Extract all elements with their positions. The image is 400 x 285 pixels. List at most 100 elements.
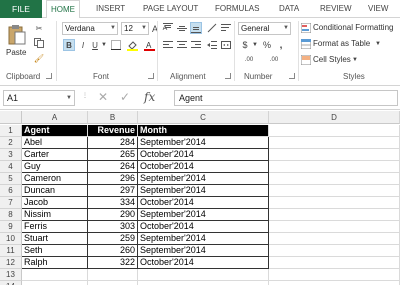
cancel-icon[interactable]: ✕: [98, 90, 108, 104]
align-center-icon[interactable]: [176, 39, 188, 51]
cell-c12[interactable]: October'2014: [138, 257, 269, 269]
cell-styles-icon[interactable]: [301, 55, 311, 65]
grow-font-icon[interactable]: A: [150, 22, 160, 35]
cell-b9[interactable]: 303: [88, 221, 138, 233]
format-as-table-icon[interactable]: [301, 39, 311, 49]
italic-button[interactable]: I: [78, 39, 88, 51]
cell-b14[interactable]: [88, 281, 138, 285]
cell-b12[interactable]: 322: [88, 257, 138, 269]
name-box[interactable]: A1 ▼: [3, 90, 75, 106]
tab-data[interactable]: DATA: [279, 0, 299, 18]
decrease-decimal-icon[interactable]: .00: [263, 54, 285, 66]
cell-a1[interactable]: Agent: [22, 125, 88, 137]
column-header-a[interactable]: A: [22, 111, 88, 124]
tab-page-layout[interactable]: PAGE LAYOUT: [143, 0, 198, 18]
align-top-icon[interactable]: [162, 22, 174, 34]
conditional-formatting-icon[interactable]: [301, 23, 311, 33]
chevron-down-icon[interactable]: ▼: [375, 39, 381, 49]
row-header-2[interactable]: 2: [0, 137, 22, 149]
cell-a8[interactable]: Nissim: [22, 209, 88, 221]
cell-c2[interactable]: September'2014: [138, 137, 269, 149]
cell-b6[interactable]: 297: [88, 185, 138, 197]
font-name-select[interactable]: Verdana ▼: [62, 22, 118, 35]
row-header-13[interactable]: 13: [0, 269, 22, 281]
cell-c9[interactable]: October'2014: [138, 221, 269, 233]
cell-c1[interactable]: Month: [138, 125, 269, 137]
clipboard-launcher-icon[interactable]: [46, 73, 52, 79]
cell-c11[interactable]: September'2014: [138, 245, 269, 257]
row-header-11[interactable]: 11: [0, 245, 22, 257]
row-header-8[interactable]: 8: [0, 209, 22, 221]
alignment-launcher-icon[interactable]: [225, 73, 231, 79]
align-right-icon[interactable]: [190, 39, 202, 51]
cell-a12[interactable]: Ralph: [22, 257, 88, 269]
cell-d4[interactable]: [269, 161, 400, 173]
enter-icon[interactable]: ✓: [120, 90, 130, 104]
row-header-14[interactable]: 14: [0, 281, 22, 285]
cell-a9[interactable]: Ferris: [22, 221, 88, 233]
row-header-12[interactable]: 12: [0, 257, 22, 269]
cell-c3[interactable]: October'2014: [138, 149, 269, 161]
cell-a13[interactable]: [22, 269, 88, 281]
cell-styles-button[interactable]: Cell Styles: [313, 55, 351, 64]
font-color-icon[interactable]: A: [143, 39, 155, 51]
tab-view[interactable]: VIEW: [368, 0, 388, 18]
wrap-text-icon[interactable]: [220, 22, 232, 34]
cell-d1[interactable]: [269, 125, 400, 137]
column-header-c[interactable]: C: [138, 111, 269, 124]
cell-b13[interactable]: [88, 269, 138, 281]
cell-c6[interactable]: September'2014: [138, 185, 269, 197]
cell-d7[interactable]: [269, 197, 400, 209]
copy-icon[interactable]: [33, 37, 45, 49]
cell-b8[interactable]: 290: [88, 209, 138, 221]
merge-center-icon[interactable]: [220, 39, 232, 51]
font-size-select[interactable]: 12 ▼: [121, 22, 149, 35]
bold-button[interactable]: B: [63, 39, 75, 51]
align-middle-icon[interactable]: [176, 22, 188, 34]
number-format-select[interactable]: General ▼: [238, 22, 291, 35]
row-header-4[interactable]: 4: [0, 161, 22, 173]
chevron-down-icon[interactable]: ▼: [101, 39, 107, 51]
cell-d6[interactable]: [269, 185, 400, 197]
tab-home[interactable]: HOME: [46, 0, 80, 19]
cell-a4[interactable]: Guy: [22, 161, 88, 173]
cell-c14[interactable]: [138, 281, 269, 285]
cell-d3[interactable]: [269, 149, 400, 161]
cell-d5[interactable]: [269, 173, 400, 185]
cell-d10[interactable]: [269, 233, 400, 245]
percent-icon[interactable]: %: [262, 39, 272, 51]
increase-decimal-icon[interactable]: .00: [238, 54, 260, 66]
currency-icon[interactable]: $: [240, 39, 250, 51]
paste-icon[interactable]: [6, 23, 28, 47]
borders-icon[interactable]: [110, 39, 122, 51]
conditional-formatting-button[interactable]: Conditional Formatting: [313, 23, 393, 32]
number-launcher-icon[interactable]: [289, 73, 295, 79]
tab-review[interactable]: REVIEW: [320, 0, 352, 18]
chevron-down-icon[interactable]: ▼: [252, 39, 258, 51]
row-header-5[interactable]: 5: [0, 173, 22, 185]
cell-d12[interactable]: [269, 257, 400, 269]
cell-a5[interactable]: Cameron: [22, 173, 88, 185]
cell-d14[interactable]: [269, 281, 400, 285]
cell-d2[interactable]: [269, 137, 400, 149]
cell-d9[interactable]: [269, 221, 400, 233]
cell-d13[interactable]: [269, 269, 400, 281]
align-bottom-icon[interactable]: [190, 22, 202, 34]
insert-function-icon[interactable]: fx: [144, 90, 155, 104]
cell-c13[interactable]: [138, 269, 269, 281]
chevron-down-icon[interactable]: ▼: [352, 55, 358, 65]
tab-formulas[interactable]: FORMULAS: [215, 0, 259, 18]
row-header-10[interactable]: 10: [0, 233, 22, 245]
cell-a2[interactable]: Abel: [22, 137, 88, 149]
row-header-1[interactable]: 1: [0, 125, 22, 137]
tab-insert[interactable]: INSERT: [96, 0, 125, 18]
cell-a7[interactable]: Jacob: [22, 197, 88, 209]
cell-b3[interactable]: 265: [88, 149, 138, 161]
select-all-corner[interactable]: [0, 111, 22, 124]
cell-a14[interactable]: [22, 281, 88, 285]
font-launcher-icon[interactable]: [148, 73, 154, 79]
cut-icon[interactable]: ✂: [33, 22, 45, 34]
orientation-icon[interactable]: [206, 22, 218, 34]
column-header-d[interactable]: D: [269, 111, 400, 124]
row-header-6[interactable]: 6: [0, 185, 22, 197]
